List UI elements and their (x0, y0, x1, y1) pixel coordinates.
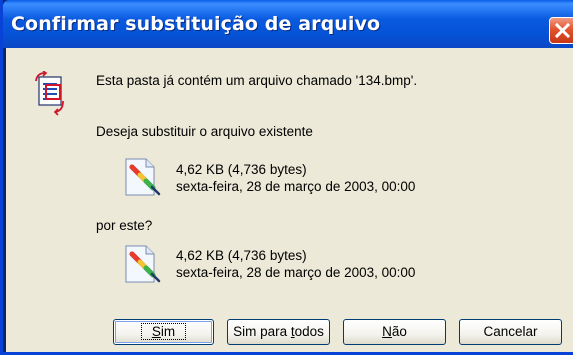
no-button[interactable]: Não (343, 319, 446, 345)
yes-button[interactable]: Sim (113, 319, 214, 345)
cancel-button[interactable]: Cancelar (459, 319, 562, 345)
title-bar[interactable]: Confirmar substituição de arquivo (3, 0, 573, 48)
dialog-body: Esta pasta já contém um arquivo chamado … (6, 48, 573, 352)
bitmap-file-icon (125, 158, 161, 196)
question-message: Deseja substituir o arquivo existente (96, 124, 313, 139)
new-file-date: sexta-feira, 28 de março de 2003, 00:00 (176, 265, 416, 280)
dialog-title: Confirmar substituição de arquivo (11, 13, 381, 35)
no-button-label: Não (382, 324, 407, 339)
close-button[interactable] (549, 17, 573, 44)
yes-to-all-button[interactable]: Sim para todos (227, 319, 330, 345)
yes-to-all-button-label: Sim para todos (233, 324, 324, 339)
replacement-prompt: por este? (96, 218, 153, 233)
new-file-size: 4,62 KB (4,736 bytes) (176, 248, 307, 263)
existing-file-date: sexta-feira, 28 de março de 2003, 00:00 (176, 179, 416, 194)
file-replace-icon (35, 71, 64, 116)
close-icon (554, 22, 571, 39)
dialog-window: Confirmar substituição de arquivo Esta p… (0, 0, 573, 355)
yes-button-label: Sim (140, 323, 187, 340)
existing-file-size: 4,62 KB (4,736 bytes) (176, 162, 307, 177)
bitmap-file-icon (125, 245, 161, 283)
cancel-button-label: Cancelar (483, 324, 538, 339)
intro-message: Esta pasta já contém um arquivo chamado … (96, 73, 418, 88)
